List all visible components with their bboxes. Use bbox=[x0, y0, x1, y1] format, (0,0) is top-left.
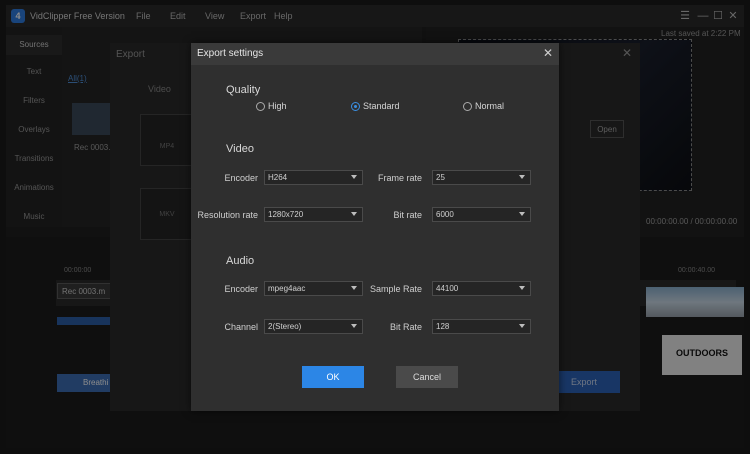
quality-normal-label: Normal bbox=[475, 101, 505, 111]
quality-high-label: High bbox=[268, 101, 287, 111]
frame-rate-label: Frame rate bbox=[377, 173, 422, 183]
sample-rate-select[interactable]: 44100 bbox=[432, 281, 531, 296]
close-icon[interactable]: ✕ bbox=[541, 45, 555, 61]
export-settings-dialog bbox=[191, 43, 559, 411]
chevron-down-icon bbox=[519, 324, 525, 328]
frame-rate-value: 25 bbox=[436, 173, 445, 182]
channel-value: 2(Stereo) bbox=[268, 322, 302, 331]
audio-bit-rate-label: Bit Rate bbox=[389, 322, 422, 332]
dialog-title: Export settings bbox=[197, 48, 264, 59]
quality-section-label: Quality bbox=[226, 84, 261, 96]
audio-bit-rate-select[interactable]: 128 bbox=[432, 319, 531, 334]
cancel-button[interactable]: Cancel bbox=[396, 366, 458, 388]
video-bit-rate-value: 6000 bbox=[436, 210, 454, 219]
quality-standard-label: Standard bbox=[363, 101, 400, 111]
resolution-label: Resolution rate bbox=[197, 210, 258, 220]
audio-section-label: Audio bbox=[226, 255, 255, 267]
video-bit-rate-label: Bit rate bbox=[393, 210, 422, 220]
channel-label: Channel bbox=[224, 322, 258, 332]
video-encoder-value: H264 bbox=[268, 173, 288, 182]
video-encoder-label: Encoder bbox=[224, 173, 258, 183]
resolution-value: 1280x720 bbox=[268, 210, 304, 219]
chevron-down-icon bbox=[519, 212, 525, 216]
quality-high-radio[interactable] bbox=[256, 102, 265, 111]
chevron-down-icon bbox=[519, 286, 525, 290]
audio-encoder-label: Encoder bbox=[224, 284, 258, 294]
sample-rate-value: 44100 bbox=[436, 284, 459, 293]
chevron-down-icon bbox=[519, 175, 525, 179]
video-section-label: Video bbox=[226, 143, 254, 155]
audio-encoder-value: mpeg4aac bbox=[268, 284, 306, 293]
quality-standard-radio[interactable] bbox=[351, 102, 360, 111]
ok-button[interactable]: OK bbox=[302, 366, 364, 388]
audio-bit-rate-value: 128 bbox=[436, 322, 450, 331]
video-bit-rate-select[interactable]: 6000 bbox=[432, 207, 531, 222]
frame-rate-select[interactable]: 25 bbox=[432, 170, 531, 185]
sample-rate-label: Sample Rate bbox=[369, 284, 422, 294]
quality-normal-radio[interactable] bbox=[463, 102, 472, 111]
